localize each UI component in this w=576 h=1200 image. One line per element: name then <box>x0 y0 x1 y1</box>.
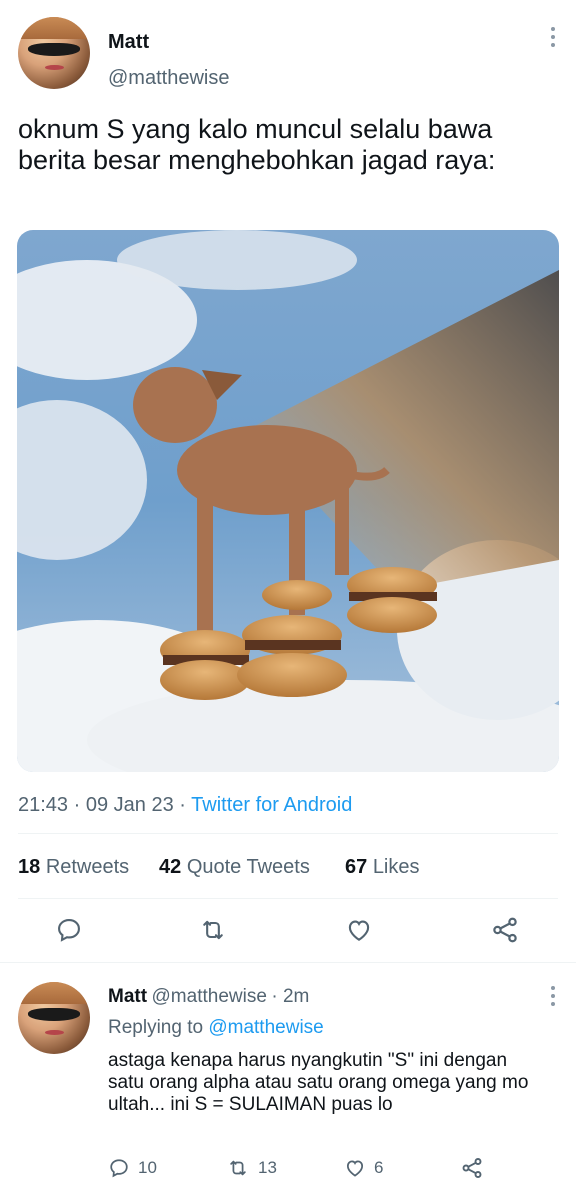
likes-count: 67 <box>345 856 368 878</box>
reply-icon <box>110 1159 128 1178</box>
reply-count: 10 <box>138 1158 157 1177</box>
reply-share-button[interactable] <box>460 1156 484 1185</box>
reply-icon <box>58 919 80 942</box>
reply-author-name[interactable]: Matt <box>108 986 147 1007</box>
replying-handle-link[interactable]: @matthewise <box>208 1017 323 1038</box>
tweet-text: oknum S yang kalo muncul selalu bawa ber… <box>18 114 496 175</box>
reply-retweet-button[interactable]: 13 <box>226 1157 277 1179</box>
reply-header: Matt @matthewise · 2m <box>108 986 309 1008</box>
replying-to: Replying to @matthewise <box>108 1017 324 1039</box>
tweet-photo[interactable] <box>17 230 559 772</box>
reply-author-avatar[interactable] <box>18 982 90 1054</box>
divider <box>18 833 558 834</box>
author-name[interactable]: Matt <box>108 31 149 54</box>
retweet-button[interactable] <box>198 916 228 944</box>
reply-like-count: 6 <box>374 1158 384 1177</box>
tweet-source-link[interactable]: Twitter for Android <box>191 794 352 816</box>
like-icon <box>348 920 370 941</box>
reply-retweet-count: 13 <box>258 1158 277 1177</box>
tweet-meta: 21:43 · 09 Jan 23 · Twitter for Android <box>18 794 352 817</box>
share-button[interactable] <box>490 915 520 945</box>
meta-separator: · <box>179 794 186 816</box>
tweet-time[interactable]: 21:43 <box>18 794 68 816</box>
retweets-count: 18 <box>18 856 41 878</box>
like-icon <box>346 1160 364 1177</box>
likes-label: Likes <box>372 856 420 878</box>
quotes-stat[interactable]: 42 Quote Tweets <box>159 856 310 879</box>
reply-button[interactable] <box>55 916 83 944</box>
share-icon <box>493 917 517 943</box>
divider <box>0 962 576 963</box>
like-button[interactable] <box>345 916 373 944</box>
quotes-label: Quote Tweets <box>186 856 310 878</box>
tweet-date[interactable]: 09 Jan 23 <box>86 794 174 816</box>
likes-stat[interactable]: 67 Likes <box>345 856 420 879</box>
author-handle[interactable]: @matthewise <box>108 67 229 90</box>
more-icon <box>551 27 555 31</box>
author-avatar[interactable] <box>18 17 90 89</box>
reply-more-options-button[interactable] <box>550 986 556 1010</box>
retweets-stat[interactable]: 18 Retweets <box>18 856 129 879</box>
reply-author-handle[interactable]: @matthewise <box>152 986 267 1007</box>
reply-like-button[interactable]: 6 <box>344 1157 383 1179</box>
retweet-icon <box>230 1160 246 1176</box>
meta-separator: · <box>73 794 81 816</box>
reply-time[interactable]: · 2m <box>271 986 309 1007</box>
divider <box>18 898 558 899</box>
retweets-label: Retweets <box>45 856 130 878</box>
retweet-icon <box>203 920 223 940</box>
reply-text: astaga kenapa harus nyangkutin "S" ini d… <box>108 1050 529 1115</box>
more-icon <box>551 986 555 990</box>
replying-prefix: Replying to <box>108 1017 204 1038</box>
share-icon <box>462 1158 482 1178</box>
more-options-button[interactable] <box>550 27 556 51</box>
quotes-count: 42 <box>159 856 182 878</box>
reply-reply-button[interactable]: 10 <box>108 1157 157 1179</box>
